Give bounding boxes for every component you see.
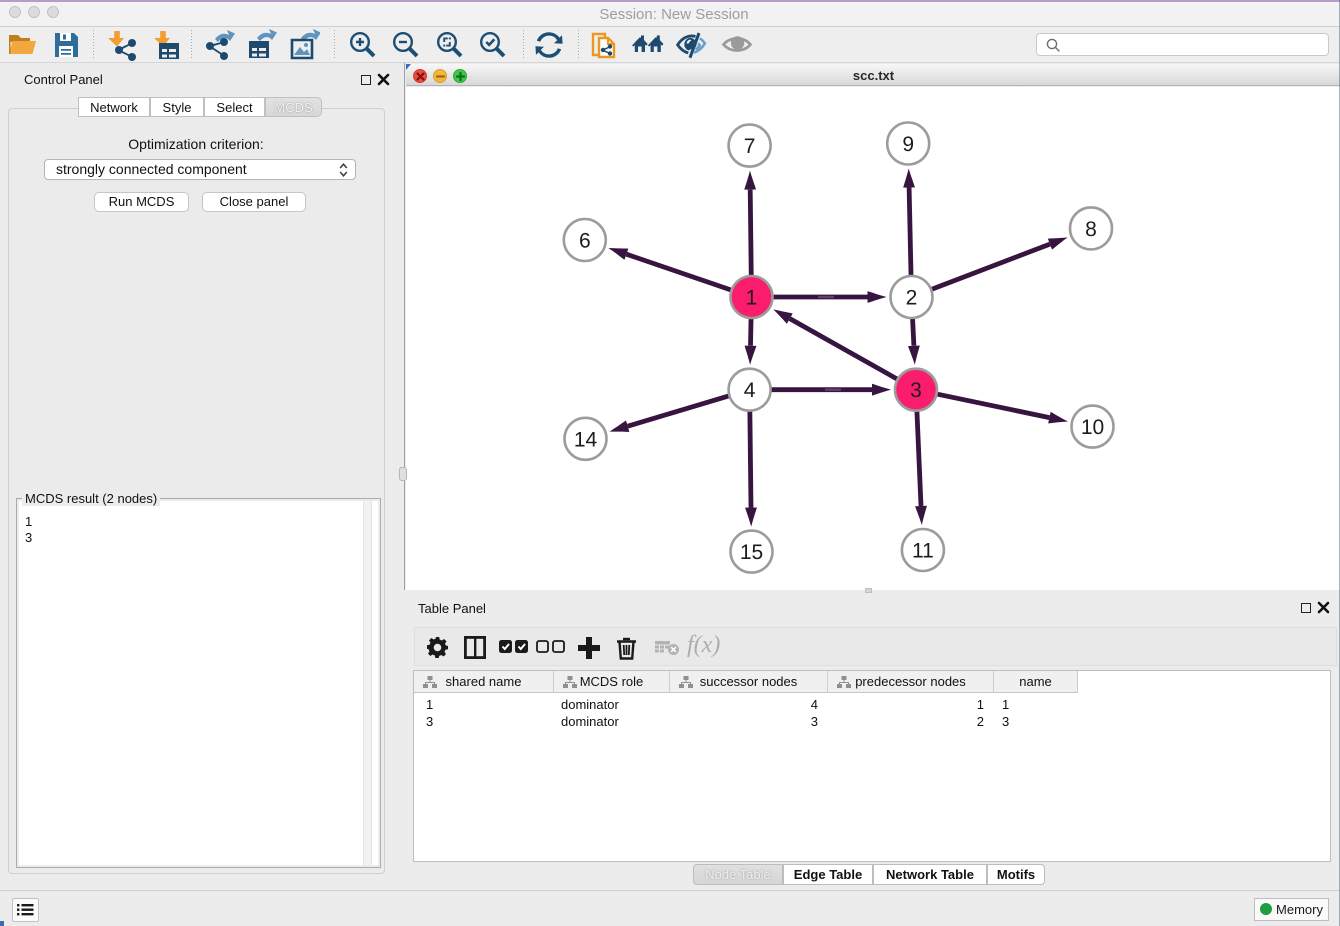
- svg-text:15: 15: [740, 541, 763, 564]
- svg-text:14: 14: [574, 428, 598, 451]
- svg-text:4: 4: [744, 379, 756, 402]
- svg-text:11: 11: [912, 540, 934, 563]
- svg-text:3: 3: [910, 379, 922, 402]
- svg-text:9: 9: [902, 133, 914, 156]
- svg-text:10: 10: [1081, 416, 1104, 439]
- svg-text:7: 7: [744, 135, 756, 158]
- svg-text:8: 8: [1085, 218, 1097, 241]
- svg-text:1: 1: [746, 287, 758, 310]
- svg-text:2: 2: [906, 287, 918, 310]
- svg-text:6: 6: [579, 230, 591, 253]
